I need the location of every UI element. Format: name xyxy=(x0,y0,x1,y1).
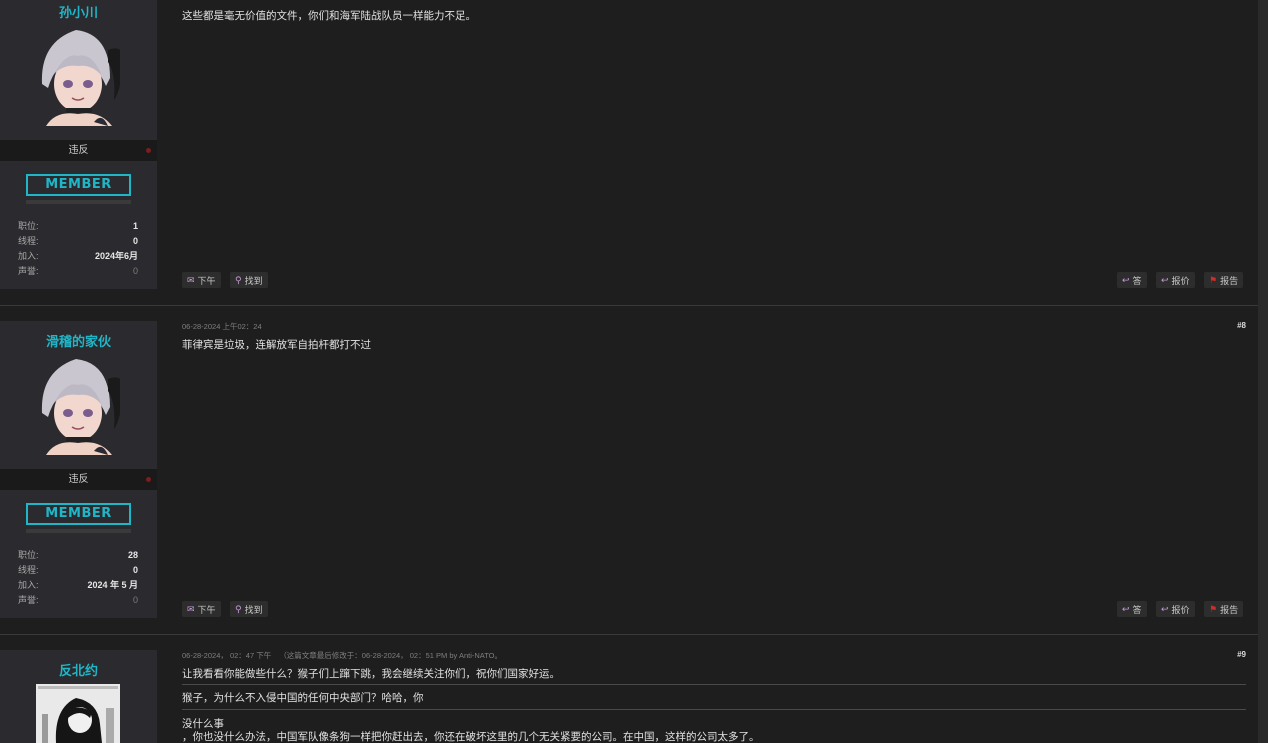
stat-joined: 加入: 2024年6月 xyxy=(18,249,138,264)
post-body-line: 让我看看你能做些什么？猴子们上蹿下跳，我会继续关注你们，祝你们国家好运。 xyxy=(182,668,560,680)
quote-label: 报价 xyxy=(1171,275,1190,286)
scrollbar[interactable] xyxy=(1258,0,1268,743)
reply-icon: ↩ xyxy=(1122,603,1130,614)
report-button[interactable]: ⚑ 报告 xyxy=(1204,601,1244,617)
post-separator xyxy=(0,634,1258,635)
stat-label: 线程: xyxy=(18,565,39,575)
user-status: 违反 xyxy=(0,469,157,490)
reply-all-icon: ↩ xyxy=(1161,603,1169,614)
post: 滑稽的家伙 违反 MEMBER 职位: 28 线程: 0 加入: 2024 年 … xyxy=(0,321,1258,621)
stat-threads: 线程: 0 xyxy=(18,234,138,249)
reply-label: 答 xyxy=(1132,275,1142,286)
flag-icon: ⚑ xyxy=(1209,274,1218,285)
stat-label: 职位: xyxy=(18,221,39,231)
post-number[interactable]: #8 xyxy=(1228,321,1246,330)
pm-label: 下午 xyxy=(197,604,216,615)
status-label: 违反 xyxy=(68,145,89,156)
avatar-image xyxy=(36,684,120,743)
reply-label: 答 xyxy=(1132,604,1142,615)
stat-value: 2024 年 5 月 xyxy=(87,580,138,590)
username[interactable]: 孙小川 xyxy=(0,2,157,21)
stat-label: 职位: xyxy=(18,550,39,560)
offline-indicator-icon xyxy=(146,148,151,153)
stat-value[interactable]: 0 xyxy=(133,234,138,249)
search-icon: ⚲ xyxy=(235,274,242,285)
stat-value[interactable]: 1 xyxy=(133,219,138,234)
user-stats: 职位: 1 线程: 0 加入: 2024年6月 声誉: 0 xyxy=(18,219,138,279)
stat-label: 声誉: xyxy=(18,266,39,276)
find-button[interactable]: ⚲ 找到 xyxy=(230,601,268,617)
stat-reputation: 声誉: 0 xyxy=(18,593,138,608)
quote-label: 报价 xyxy=(1171,604,1190,615)
pm-button[interactable]: ✉ 下午 xyxy=(182,601,221,617)
avatar[interactable] xyxy=(36,351,124,455)
edit-note: （这篇文章最后修改于：06-28-2024， 02：51 PM by Anti-… xyxy=(279,651,503,660)
stat-value[interactable]: 0 xyxy=(133,593,138,608)
user-stats: 职位: 28 线程: 0 加入: 2024 年 5 月 声誉: 0 xyxy=(18,548,138,608)
pm-label: 下午 xyxy=(197,275,216,286)
stat-posts: 职位: 1 xyxy=(18,219,138,234)
report-button[interactable]: ⚑ 报告 xyxy=(1204,272,1244,288)
avatar[interactable] xyxy=(36,684,120,743)
stat-label: 加入: xyxy=(18,251,39,261)
post-body-line: 猴子，为什么不入侵中国的任何中央部门？哈哈，你 xyxy=(182,692,424,704)
stat-threads: 线程: 0 xyxy=(18,563,138,578)
user-status: 违反 xyxy=(0,140,157,161)
post-date: 06-28-2024 上午02：24 xyxy=(182,322,262,331)
find-label: 找到 xyxy=(244,275,263,286)
rank-divider xyxy=(26,200,131,204)
stat-reputation: 声誉: 0 xyxy=(18,264,138,279)
find-label: 找到 xyxy=(244,604,263,615)
reply-icon: ↩ xyxy=(1122,274,1130,285)
divider xyxy=(182,684,1246,685)
stat-posts: 职位: 28 xyxy=(18,548,138,563)
post-body-line: 这些都是毫无价值的文件，你们和海军陆战队员一样能力不足。 xyxy=(182,10,476,22)
stat-label: 声誉: xyxy=(18,595,39,605)
stat-joined: 加入: 2024 年 5 月 xyxy=(18,578,138,593)
pm-button[interactable]: ✉ 下午 xyxy=(182,272,221,288)
quote-button[interactable]: ↩ 报价 xyxy=(1156,272,1195,288)
stat-value[interactable]: 0 xyxy=(133,563,138,578)
envelope-icon: ✉ xyxy=(187,274,195,285)
quote-button[interactable]: ↩ 报价 xyxy=(1156,601,1195,617)
stat-value[interactable]: 0 xyxy=(133,264,138,279)
post: 反北约 06-28-2024， 02：47 下午 （这篇文章最后修改于：06-2… xyxy=(0,650,1258,743)
post-separator xyxy=(0,305,1258,306)
envelope-icon: ✉ xyxy=(187,603,195,614)
reply-button[interactable]: ↩ 答 xyxy=(1117,601,1147,617)
post-date-text: 06-28-2024， 02：47 下午 xyxy=(182,651,272,660)
reply-button[interactable]: ↩ 答 xyxy=(1117,272,1147,288)
search-icon: ⚲ xyxy=(235,603,242,614)
post-date: 06-28-2024， 02：47 下午 （这篇文章最后修改于：06-28-20… xyxy=(182,650,502,661)
stat-value: 2024年6月 xyxy=(94,251,138,261)
divider xyxy=(182,709,1246,710)
post-body-line: ，你也没什么办法，中国军队像条狗一样把你赶出去，你还在破坏这里的几个无关紧要的公… xyxy=(182,731,760,743)
reply-all-icon: ↩ xyxy=(1161,274,1169,285)
report-label: 报告 xyxy=(1220,604,1239,615)
post: 孙小川 违反 MEMBER 职位: 1 线程: 0 加入: 2024年6月 声誉… xyxy=(0,0,1258,305)
avatar[interactable] xyxy=(36,22,124,126)
stat-label: 线程: xyxy=(18,236,39,246)
report-label: 报告 xyxy=(1220,275,1239,286)
find-button[interactable]: ⚲ 找到 xyxy=(230,272,268,288)
status-label: 违反 xyxy=(68,474,89,485)
rank-badge: MEMBER xyxy=(26,503,131,525)
rank-divider xyxy=(26,529,131,533)
stat-value[interactable]: 28 xyxy=(128,548,138,563)
stat-label: 加入: xyxy=(18,580,39,590)
post-body-line: 菲律宾是垃圾，连解放军自拍杆都打不过 xyxy=(182,339,371,351)
flag-icon: ⚑ xyxy=(1209,603,1218,614)
offline-indicator-icon xyxy=(146,477,151,482)
post-number[interactable]: #9 xyxy=(1228,650,1246,659)
avatar-image xyxy=(36,351,124,455)
username[interactable]: 滑稽的家伙 xyxy=(0,331,157,350)
rank-badge: MEMBER xyxy=(26,174,131,196)
username[interactable]: 反北约 xyxy=(0,660,157,679)
avatar-image xyxy=(36,22,124,126)
